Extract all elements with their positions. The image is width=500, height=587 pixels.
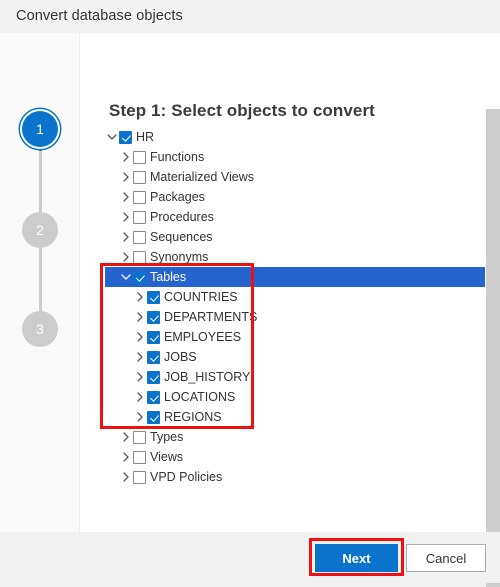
tree-checkbox[interactable] [147, 390, 160, 404]
chevron-right-icon[interactable] [133, 332, 147, 342]
tree-checkbox[interactable] [133, 170, 146, 184]
chevron-right-icon[interactable] [119, 212, 133, 222]
tree-row[interactable]: COUNTRIES [105, 287, 485, 307]
tree-row-label: Types [150, 429, 184, 444]
chevron-right-icon[interactable] [119, 152, 133, 162]
tree-row-label: Sequences [150, 229, 213, 244]
chevron-right-icon[interactable] [133, 372, 147, 382]
vertical-scrollbar-thumb[interactable] [486, 109, 500, 587]
page-title: Step 1: Select objects to convert [109, 101, 375, 120]
tree-checkbox[interactable] [147, 370, 160, 384]
chevron-right-icon[interactable] [119, 452, 133, 462]
tree-checkbox[interactable] [133, 270, 146, 284]
step-indicator-1[interactable]: 1 [22, 111, 58, 147]
tree-row[interactable]: HR [105, 127, 485, 147]
chevron-right-icon[interactable] [133, 312, 147, 322]
main-panel: Step 1: Select objects to convert HR Func… [81, 33, 500, 532]
step-indicator-3-number: 3 [36, 321, 44, 337]
tree-row-label: Functions [150, 149, 205, 164]
chevron-right-icon[interactable] [119, 172, 133, 182]
tree-row[interactable]: Procedures [105, 207, 485, 227]
chevron-right-icon[interactable] [133, 352, 147, 362]
dialog-footer: Next Cancel [0, 532, 500, 583]
tree-row-label: COUNTRIES [164, 289, 238, 304]
tree-row[interactable]: DEPARTMENTS [105, 307, 485, 327]
tree-row[interactable]: Types [105, 427, 485, 447]
tree-row[interactable]: Functions [105, 147, 485, 167]
chevron-right-icon[interactable] [133, 412, 147, 422]
cancel-button[interactable]: Cancel [406, 544, 486, 572]
tree-row-label: JOBS [164, 349, 197, 364]
tree-row[interactable]: Views [105, 447, 485, 467]
tree-row[interactable]: JOBS [105, 347, 485, 367]
tree-checkbox[interactable] [133, 450, 146, 464]
step-progress-rail: 1 2 3 [0, 33, 80, 532]
tree-checkbox[interactable] [147, 410, 160, 424]
tree-checkbox[interactable] [133, 250, 146, 264]
window-title-bar: Convert database objects [0, 0, 500, 33]
tree-row[interactable]: REGIONS [105, 407, 485, 427]
tree-row-label: DEPARTMENTS [164, 309, 258, 324]
tree-row[interactable]: LOCATIONS [105, 387, 485, 407]
chevron-right-icon[interactable] [119, 472, 133, 482]
tree-row-label: Tables [150, 269, 187, 284]
tree-row-label: Procedures [150, 209, 214, 224]
vertical-scrollbar-track[interactable] [486, 66, 500, 587]
tree-row-label: REGIONS [164, 409, 222, 424]
tree-row-label: LOCATIONS [164, 389, 236, 404]
tree-row-label: EMPLOYEES [164, 329, 242, 344]
tree-row[interactable]: VPD Policies [105, 467, 485, 487]
tree-checkbox[interactable] [133, 470, 146, 484]
tree-checkbox[interactable] [133, 190, 146, 204]
tree-row-label: Synonyms [150, 249, 209, 264]
tree-row[interactable]: JOB_HISTORY [105, 367, 485, 387]
tree-checkbox[interactable] [133, 210, 146, 224]
step-indicator-1-number: 1 [36, 121, 44, 137]
tree-row[interactable]: EMPLOYEES [105, 327, 485, 347]
tree-checkbox[interactable] [133, 230, 146, 244]
tree-checkbox[interactable] [147, 330, 160, 344]
tree-checkbox[interactable] [133, 430, 146, 444]
chevron-down-icon[interactable] [105, 133, 119, 141]
tree-row[interactable]: Packages [105, 187, 485, 207]
tree-checkbox[interactable] [119, 130, 132, 144]
next-button[interactable]: Next [315, 544, 398, 572]
tree-checkbox[interactable] [133, 150, 146, 164]
tree-row[interactable]: Tables [105, 267, 485, 287]
tree-checkbox[interactable] [147, 290, 160, 304]
chevron-right-icon[interactable] [119, 432, 133, 442]
tree-row-label: VPD Policies [150, 469, 223, 484]
tree-row[interactable]: Materialized Views [105, 167, 485, 187]
dialog-body: 1 2 3 Step 1: Select objects to convert … [0, 33, 500, 587]
window-title: Convert database objects [16, 8, 183, 24]
chevron-right-icon[interactable] [133, 292, 147, 302]
tree-row[interactable]: Sequences [105, 227, 485, 247]
step-indicator-2[interactable]: 2 [22, 212, 58, 248]
tree-row-label: Packages [150, 189, 205, 204]
chevron-right-icon[interactable] [119, 192, 133, 202]
chevron-right-icon[interactable] [119, 232, 133, 242]
tree-row-label: Views [150, 449, 184, 464]
tree-row-label: HR [136, 129, 155, 144]
step-indicator-3[interactable]: 3 [22, 311, 58, 347]
tree-row[interactable]: Synonyms [105, 247, 485, 267]
step-indicator-2-number: 2 [36, 222, 44, 238]
object-tree[interactable]: HR Functions Materialized Views Packages Pro… [105, 127, 485, 487]
chevron-down-icon[interactable] [119, 273, 133, 281]
chevron-right-icon[interactable] [133, 392, 147, 402]
tree-row-label: JOB_HISTORY [164, 369, 251, 384]
tree-checkbox[interactable] [147, 350, 160, 364]
tree-row-label: Materialized Views [150, 169, 254, 184]
tree-checkbox[interactable] [147, 310, 160, 324]
chevron-right-icon[interactable] [119, 252, 133, 262]
